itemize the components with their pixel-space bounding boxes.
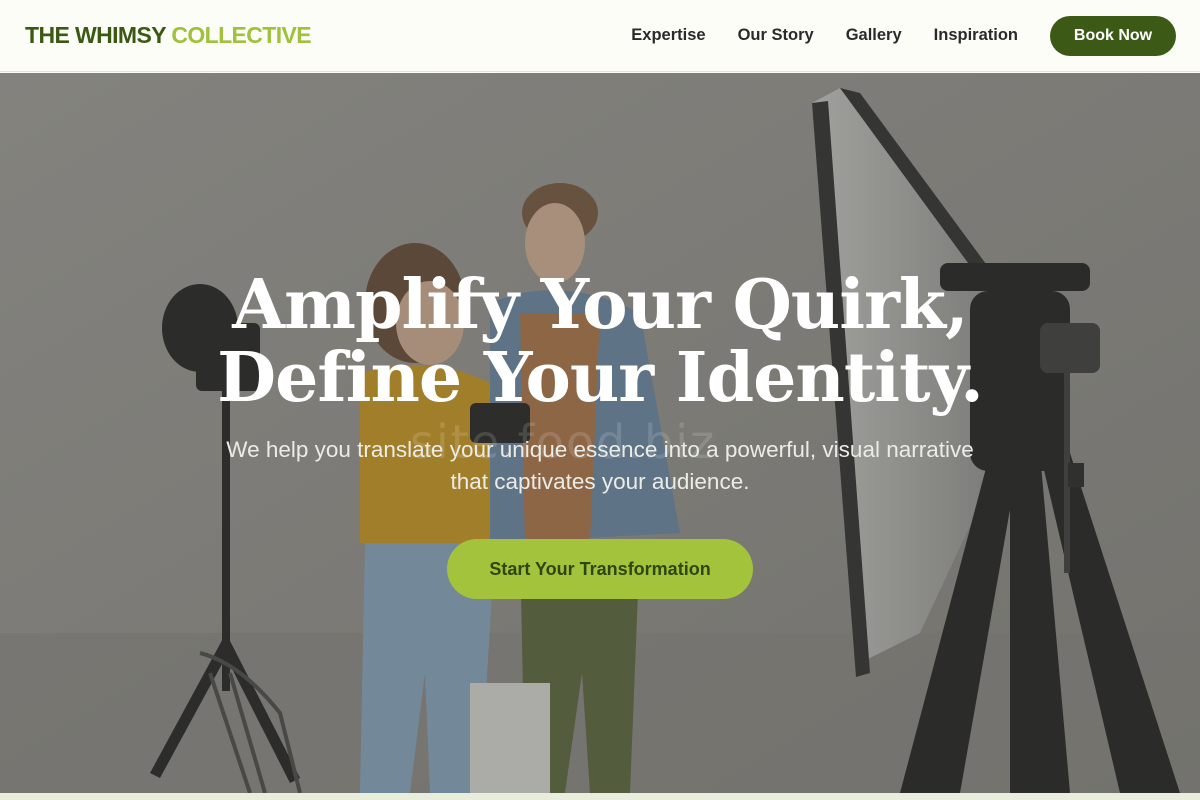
hero-headline-line1: Amplify Your Quirk, [232, 265, 968, 345]
hero-subtitle: We help you translate your unique essenc… [170, 434, 1030, 498]
nav-link-inspiration[interactable]: Inspiration [934, 26, 1018, 45]
logo-text-primary: THE WHIMSY [25, 22, 166, 48]
logo-text-accent: COLLECTIVE [171, 22, 311, 48]
book-now-button[interactable]: Book Now [1050, 15, 1176, 56]
nav-link-gallery[interactable]: Gallery [846, 26, 902, 45]
start-transformation-button[interactable]: Start Your Transformation [447, 539, 753, 599]
hero-subtitle-line1: We help you translate your unique essenc… [226, 437, 974, 462]
main-nav: Expertise Our Story Gallery Inspiration … [631, 15, 1176, 56]
site-logo[interactable]: THE WHIMSY COLLECTIVE [25, 22, 312, 49]
site-header: THE WHIMSY COLLECTIVE Expertise Our Stor… [0, 0, 1200, 72]
hero-section: site.food.biz Amplify Your Quirk, Define… [0, 73, 1200, 793]
next-section-edge [0, 793, 1200, 800]
hero-subtitle-line2: that captivates your audience. [450, 469, 750, 494]
nav-link-our-story[interactable]: Our Story [738, 26, 814, 45]
nav-link-expertise[interactable]: Expertise [631, 26, 705, 45]
hero-headline-line2: Define Your Identity. [217, 338, 984, 418]
